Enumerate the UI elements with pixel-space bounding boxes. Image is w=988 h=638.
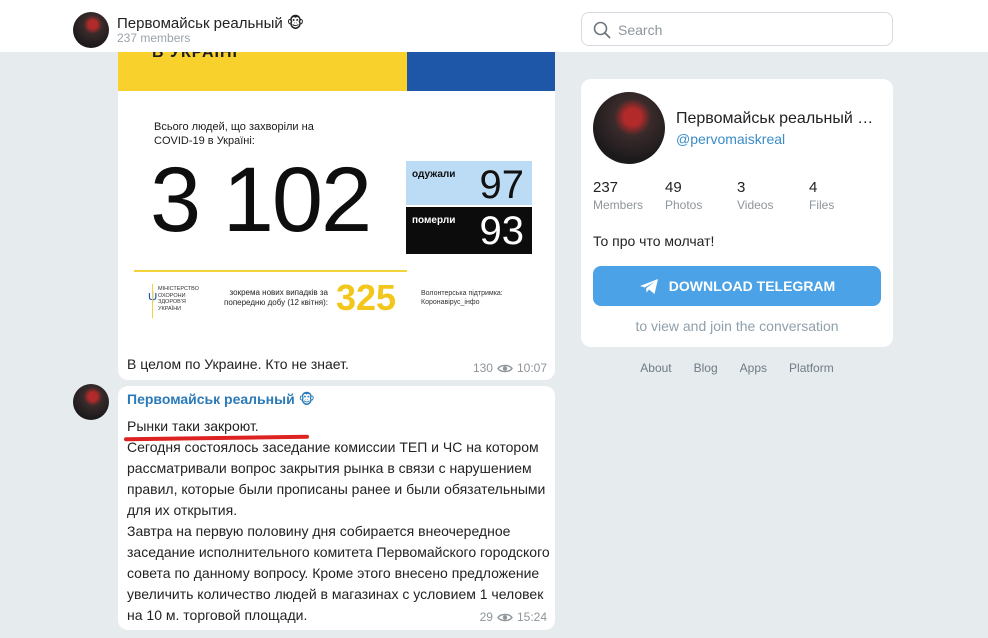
message-time: 15:24 xyxy=(516,610,547,624)
channel-members-count: 237 members xyxy=(117,31,191,45)
stat-value: 49 xyxy=(665,179,682,196)
flag-word: В УКРАЇНІ xyxy=(152,52,238,61)
stat-videos[interactable]: 3 Videos xyxy=(737,179,773,212)
views-count: 29 xyxy=(479,610,493,624)
search-icon xyxy=(593,21,611,39)
stat-label: Videos xyxy=(737,198,774,212)
eye-icon xyxy=(497,364,513,372)
ministry-divider xyxy=(152,284,153,318)
recovered-box: одужали 97 xyxy=(406,161,532,207)
covid-infographic[interactable]: В УКРАЇНІ Всього людей, що захворіли на … xyxy=(118,52,555,342)
stat-files[interactable]: 4 Files xyxy=(809,179,834,212)
message-body: Рынки таки закроют. Сегодня состоялось з… xyxy=(127,416,552,626)
stat-value: 4 xyxy=(809,179,818,196)
sender-avatar[interactable] xyxy=(73,384,109,420)
message-meta: 29 15:24 xyxy=(480,610,547,624)
channel-avatar[interactable] xyxy=(73,12,109,48)
join-text: to view and join the conversation xyxy=(635,318,839,334)
flag-yellow-band: В УКРАЇНІ xyxy=(118,52,407,91)
stat-value: 3 xyxy=(737,179,746,196)
stat-members: 237 Members xyxy=(593,179,643,212)
channel-info-card: Первомайськ реальный … @pervomaiskreal 2… xyxy=(581,79,893,347)
telegram-plane-icon xyxy=(639,278,658,294)
new-cases-value: 325 xyxy=(336,277,397,318)
footer-link-apps[interactable]: Apps xyxy=(740,361,767,375)
stat-label: Members xyxy=(593,198,644,212)
search-box[interactable] xyxy=(581,12,893,46)
message-bubble: В УКРАЇНІ Всього людей, що захворіли на … xyxy=(118,52,555,380)
new-cases-label: зокрема нових випадків за попередню добу… xyxy=(224,288,328,307)
flag-blue-band xyxy=(407,52,555,91)
stat-label: Photos xyxy=(665,198,703,212)
message-text: В целом по Украине. Кто не знает. xyxy=(127,356,349,372)
volunteer-text: Волонтерська підтримка: Коронавірус_інфо xyxy=(421,290,503,306)
total-cases-number: 3 102 xyxy=(150,149,372,251)
search-input[interactable] xyxy=(618,19,878,41)
footer-link-about[interactable]: About xyxy=(640,361,671,375)
stat-value: 237 xyxy=(593,179,619,196)
download-telegram-button[interactable]: DOWNLOAD TELEGRAM xyxy=(593,266,881,306)
message-headline: Рынки таки закроют. xyxy=(127,418,259,434)
message-time: 10:07 xyxy=(516,361,547,375)
card-title: Первомайськ реальный … xyxy=(676,110,874,127)
channel-handle-link[interactable]: @pervomaiskreal xyxy=(676,131,785,147)
recovered-label: одужали xyxy=(412,169,456,180)
footer-link-blog[interactable]: Blog xyxy=(694,361,718,375)
stat-photos[interactable]: 49 Photos xyxy=(665,179,702,212)
message-paragraph: Сегодня состоялось заседание комиссии ТЕ… xyxy=(127,439,546,518)
channel-title[interactable]: Первомайськ реальный 🐵 xyxy=(117,14,304,32)
recovered-value: 97 xyxy=(479,163,525,207)
infographic-caption: Всього людей, що захворіли на COVID-19 в… xyxy=(154,121,314,147)
message-bubble: Первомайськ реальный 🐵 Рынки таки закрою… xyxy=(118,386,555,630)
stat-label: Files xyxy=(809,198,835,212)
died-box: померли 93 xyxy=(406,207,532,254)
ministry-text: МІНІСТЕРСТВО ОХОРОНИ ЗДОРОВ'Я УКРАЇНИ xyxy=(158,286,199,312)
footer-links: About Blog Apps Platform xyxy=(581,361,893,375)
channel-avatar-large xyxy=(593,92,665,164)
eye-icon xyxy=(497,613,513,621)
trident-icon: ψ xyxy=(148,288,158,304)
channel-description: То про что молчат! xyxy=(593,233,715,249)
died-value: 93 xyxy=(479,209,525,253)
views-count: 130 xyxy=(472,361,493,375)
top-bar: Первомайськ реальный 🐵 237 members xyxy=(0,0,988,52)
divider-line xyxy=(134,270,407,272)
died-label: померли xyxy=(412,215,456,226)
sender-name[interactable]: Первомайськ реальный 🐵 xyxy=(127,391,315,408)
message-meta: 130 10:07 xyxy=(473,361,547,375)
download-label: DOWNLOAD TELEGRAM xyxy=(668,278,836,294)
footer-link-platform[interactable]: Platform xyxy=(789,361,834,375)
